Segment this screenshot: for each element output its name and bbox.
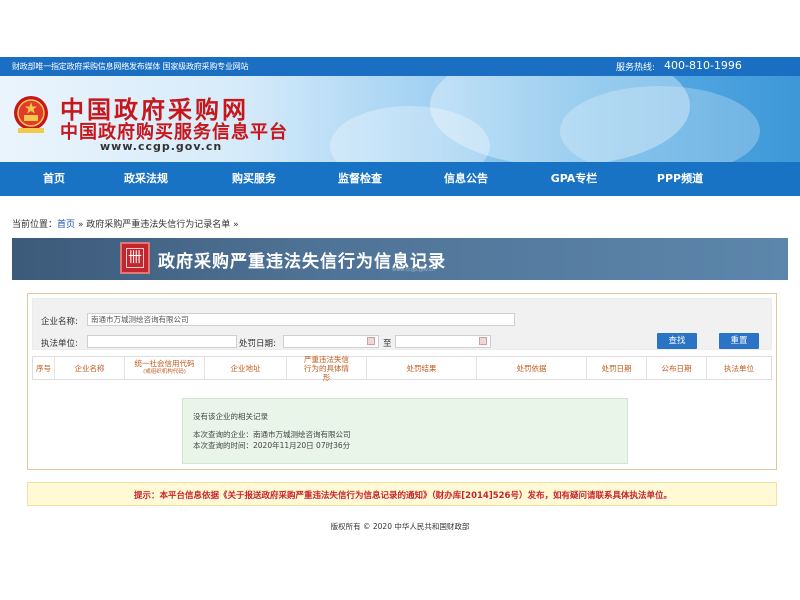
footer-copyright: 版权所有 © 2020 中华人民共和国财政部 (330, 522, 470, 531)
record-banner: 卌 政府采购严重违法失信行为信息记录 www.ccgp.gov.cn (12, 238, 788, 280)
national-emblem-icon (14, 96, 48, 133)
empty-result-message: 没有该企业的相关记录 本次查询的企业：南通市万城测绘咨询有限公司 本次查询的时间… (182, 398, 628, 464)
breadcrumb-separator: » (75, 220, 87, 230)
site-tagline: 财政部唯一指定政府采购信息网络发布媒体 国家级政府采购专业网站 (12, 62, 249, 71)
column-header: 处罚依据 (477, 357, 587, 379)
company-label: 企业名称: (41, 317, 78, 327)
unit-label: 执法单位: (41, 339, 78, 349)
nav-item-ppp[interactable]: PPP频道 (650, 162, 710, 196)
nav-item-regulations[interactable]: 政采法规 (118, 162, 174, 196)
breadcrumb-current: 政府采购严重违法失信行为记录名单 (86, 220, 231, 230)
column-header: 处罚日期 (587, 357, 647, 379)
breadcrumb-prefix: 当前位置： (12, 220, 58, 230)
column-header: 企业名称 (55, 357, 125, 379)
query-panel: 企业名称: 执法单位: 处罚日期: 至 查找 重置 序号 企业名称 统一社会信用… (27, 293, 777, 470)
enforcement-unit-input[interactable] (87, 335, 237, 348)
notice-text: 提示：本平台信息依据《关于报送政府采购严重违法失信行为信息记录的通知》（财办库[… (134, 491, 672, 501)
nav-item-announcements[interactable]: 信息公告 (438, 162, 494, 196)
breadcrumb: 当前位置：首页 » 政府采购严重违法失信行为记录名单 » (12, 217, 239, 230)
no-record-text: 没有该企业的相关记录 (193, 412, 268, 421)
hotline-number: 400-810-1996 (664, 59, 742, 72)
nav-item-supervision[interactable]: 监督检查 (332, 162, 388, 196)
queried-company-text: 本次查询的企业：南通市万城测绘咨询有限公司 (193, 430, 351, 439)
reset-button[interactable]: 重置 (719, 333, 759, 349)
notice-bar: 提示：本平台信息依据《关于报送政府采购严重违法失信行为信息记录的通知》（财办库[… (27, 482, 777, 506)
calendar-icon[interactable] (367, 337, 375, 345)
breadcrumb-home[interactable]: 首页 (57, 220, 75, 230)
column-header: 处罚结果 (367, 357, 477, 379)
column-header: 公布日期 (647, 357, 707, 379)
column-header: 企业地址 (205, 357, 287, 379)
search-button[interactable]: 查找 (657, 333, 697, 349)
date-separator: 至 (383, 339, 392, 349)
nav-item-home[interactable]: 首页 (34, 162, 74, 196)
calendar-icon[interactable] (479, 337, 487, 345)
date-from-input[interactable] (283, 335, 379, 348)
search-form: 企业名称: 执法单位: 处罚日期: 至 查找 重置 (32, 298, 772, 350)
date-to-input[interactable] (395, 335, 491, 348)
date-to-field[interactable] (395, 335, 491, 348)
nav-item-gpa[interactable]: GPA专栏 (544, 162, 604, 196)
record-watermark: www.ccgp.gov.cn (392, 267, 436, 273)
breadcrumb-separator: » (230, 220, 239, 230)
company-name-input[interactable] (87, 313, 515, 326)
hotline-label: 服务热线: (616, 63, 656, 73)
main-nav: 首页 政采法规 购买服务 监督检查 信息公告 GPA专栏 PPP频道 (0, 162, 800, 196)
date-label: 处罚日期: (239, 339, 276, 349)
site-domain: www.ccgp.gov.cn (100, 140, 223, 153)
top-info-strip: 财政部唯一指定政府采购信息网络发布媒体 国家级政府采购专业网站 服务热线: 40… (0, 57, 800, 76)
column-header: 严重违法失信行为的具体情形 (287, 355, 367, 382)
nav-item-purchase-services[interactable]: 购买服务 (226, 162, 282, 196)
results-table-header: 序号 企业名称 统一社会信用代码 (或组织机构代码) 企业地址 严重违法失信行为… (32, 355, 772, 382)
query-time-text: 本次查询的时间：2020年11月20日 07时36分 (193, 441, 351, 450)
column-header: 统一社会信用代码 (或组织机构代码) (125, 357, 205, 379)
date-from-field[interactable] (283, 335, 379, 348)
seal-icon: 卌 (120, 242, 150, 274)
site-banner: 中国政府采购网 中国政府购买服务信息平台 www.ccgp.gov.cn (0, 76, 800, 162)
column-header: 序号 (33, 357, 55, 379)
column-header: 执法单位 (724, 363, 754, 373)
seal-glyph: 卌 (128, 250, 142, 266)
